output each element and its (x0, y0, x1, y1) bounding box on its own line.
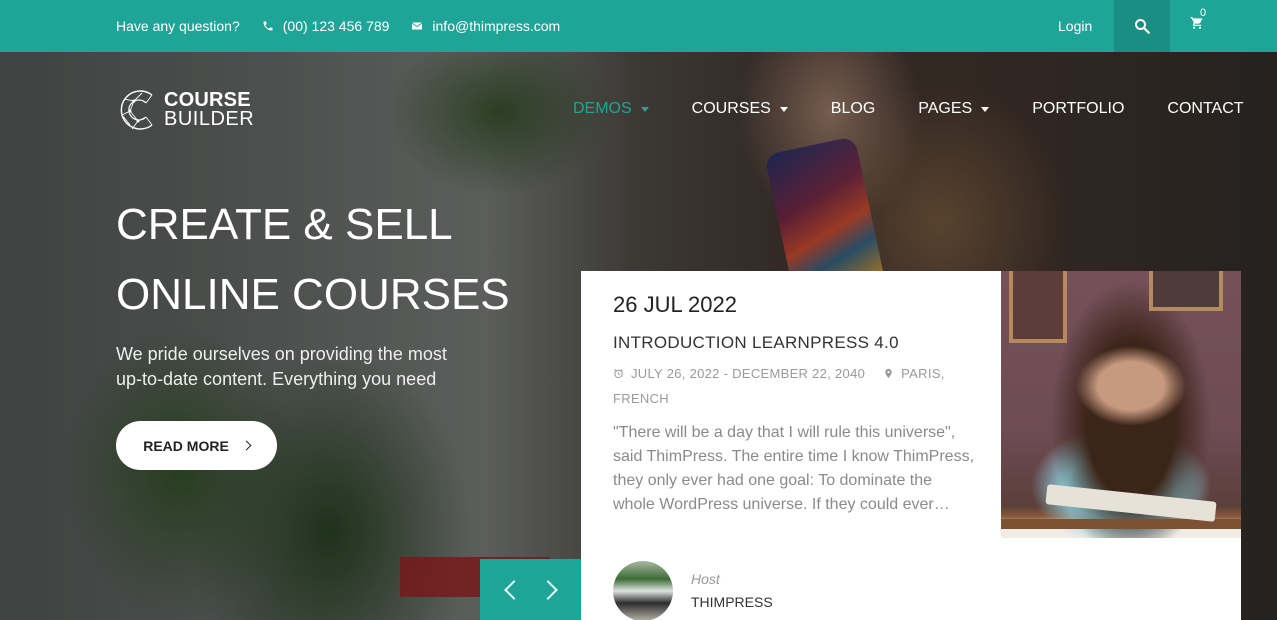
login-link[interactable]: Login (1058, 0, 1092, 52)
host-name[interactable]: THIMPRESS (691, 594, 773, 610)
hero-headline: CREATE & SELL ONLINE COURSES (116, 200, 510, 319)
host-avatar (613, 561, 673, 620)
hero-subtext: We pride ourselves on providing the most… (116, 344, 447, 389)
cart-button[interactable]: 0 (1190, 7, 1214, 38)
email-address: info@thimpress.com (432, 18, 561, 34)
prev-arrow-icon[interactable] (503, 579, 524, 600)
slider-controls (480, 559, 581, 620)
phone-link[interactable]: (00) 123 456 789 (262, 18, 390, 34)
chevron-right-icon (241, 440, 252, 451)
event-image (1001, 271, 1241, 538)
phone-number: (00) 123 456 789 (282, 18, 390, 34)
site-logo[interactable]: COURSE BUILDER (116, 87, 254, 133)
nav-item-courses[interactable]: COURSES (692, 100, 788, 118)
map-pin-icon (885, 368, 892, 379)
top-bar: Have any question? (00) 123 456 789 info… (0, 0, 1277, 52)
read-more-button[interactable]: READ MORE (116, 421, 277, 470)
next-arrow-icon[interactable] (537, 579, 558, 600)
search-icon (1135, 19, 1150, 34)
nav-item-blog[interactable]: BLOG (831, 100, 875, 118)
nav-item-demos[interactable]: DEMOS (573, 100, 649, 118)
host-role: Host (691, 571, 720, 587)
chevron-down-icon (640, 106, 649, 112)
logo-text-line2: BUILDER (164, 108, 255, 130)
event-date: 26 JUL 2022 (613, 292, 737, 317)
nav-item-contact[interactable]: CONTACT (1167, 100, 1243, 118)
event-excerpt: "There will be a day that I will rule th… (613, 424, 975, 513)
event-meta: JULY 26, 2022 - DECEMBER 22, 2040 PARIS, … (613, 361, 973, 411)
phone-icon (263, 21, 273, 31)
cart-count: 0 (1200, 7, 1207, 19)
logo-icon (120, 90, 153, 130)
event-card: 26 JUL 2022 INTRODUCTION LEARNPRESS 4.0 … (581, 271, 1241, 620)
event-title[interactable]: INTRODUCTION LEARNPRESS 4.0 (613, 333, 899, 353)
nav-item-portfolio[interactable]: PORTFOLIO (1032, 100, 1124, 118)
alarm-clock-icon (614, 369, 623, 379)
contact-info: Have any question? (00) 123 456 789 info… (116, 0, 582, 52)
event-time-range: JULY 26, 2022 - DECEMBER 22, 2040 (631, 366, 866, 381)
nav-item-pages[interactable]: PAGES (918, 100, 990, 118)
mail-icon (412, 22, 423, 30)
chevron-down-icon (981, 106, 990, 112)
email-link[interactable]: info@thimpress.com (411, 18, 560, 34)
chevron-down-icon (779, 106, 788, 112)
search-button[interactable] (1114, 0, 1170, 52)
main-nav: DEMOS COURSES BLOG PAGES PORTFOLIO CONTA… (573, 100, 1244, 118)
question-text: Have any question? (116, 18, 240, 34)
